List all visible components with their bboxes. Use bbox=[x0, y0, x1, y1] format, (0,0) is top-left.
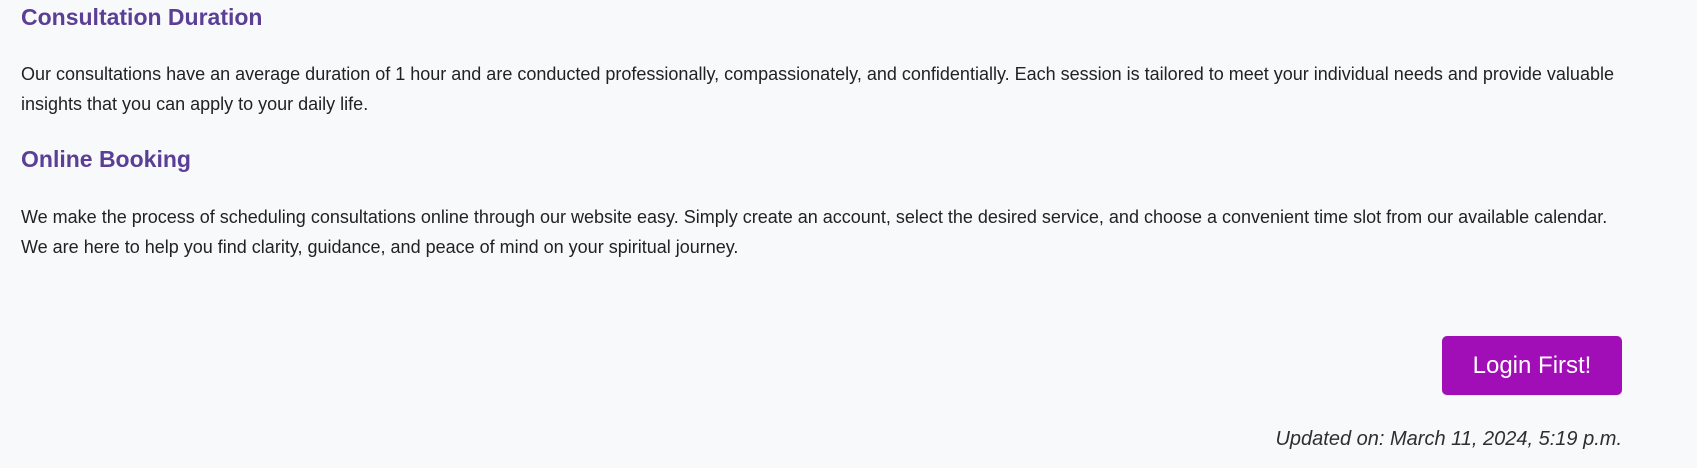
updated-timestamp: Updated on: March 11, 2024, 5:19 p.m. bbox=[1275, 428, 1622, 450]
content-area: Consultation Duration Our consultations … bbox=[0, 0, 1697, 468]
consultation-duration-heading: Consultation Duration bbox=[21, 4, 263, 30]
login-first-button[interactable]: Login First! bbox=[1442, 336, 1622, 395]
online-booking-text: We make the process of scheduling consul… bbox=[21, 207, 1608, 257]
consultation-duration-text: Our consultations have an average durati… bbox=[21, 64, 1614, 114]
online-booking-heading: Online Booking bbox=[21, 146, 191, 172]
